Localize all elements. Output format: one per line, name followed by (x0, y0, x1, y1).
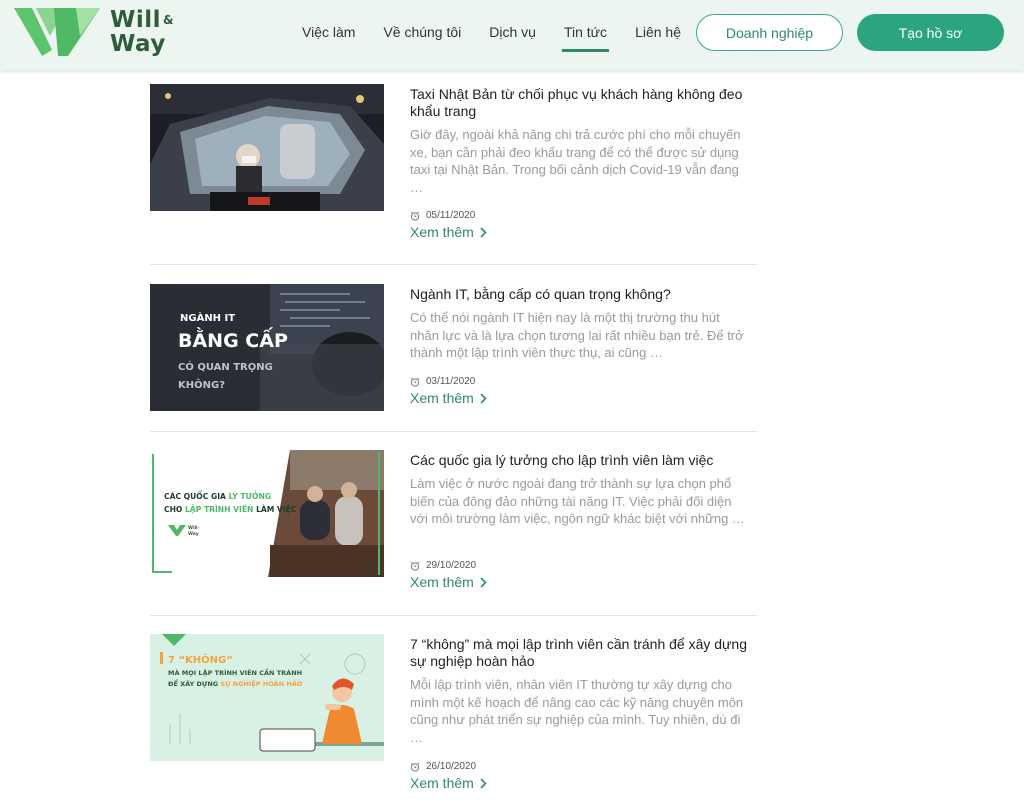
main-nav: Việc làm Về chúng tôi Dịch vụ Tin tức Li… (302, 0, 709, 64)
article-title[interactable]: Ngành IT, bằng cấp có quan trọng không? (410, 286, 750, 303)
chevron-right-icon (480, 576, 487, 588)
svg-text:CÁC QUỐC GIA LÝ TƯỞNG: CÁC QUỐC GIA LÝ TƯỞNG (164, 491, 271, 501)
article-thumbnail[interactable]: NGÀNH IT BẰNG CẤP CÓ QUAN TRỌNG KHÔNG? (150, 284, 384, 411)
article-excerpt: Làm việc ở nước ngoài đang trở thành sự … (410, 476, 745, 526)
article-title[interactable]: Các quốc gia lý tưởng cho lập trình viên… (410, 452, 750, 469)
svg-text:NGÀNH IT: NGÀNH IT (180, 311, 235, 324)
alarm-clock-icon (410, 561, 420, 571)
svg-text:Way: Way (188, 531, 199, 537)
chevron-right-icon (480, 226, 487, 238)
article-date: 05/11/2020 (410, 210, 475, 221)
svg-text:BẰNG CẤP: BẰNG CẤP (178, 326, 288, 352)
nav-item-jobs[interactable]: Việc làm (302, 20, 355, 44)
taxi-photo-image (150, 84, 384, 211)
enterprise-button[interactable]: Doanh nghiệp (696, 14, 843, 51)
svg-text:CÓ QUAN TRỌNG: CÓ QUAN TRỌNG (178, 360, 273, 373)
seven-no-banner-image: 7 “KHÔNG” MÀ MỌI LẬP TRÌNH VIÊN CẦN TRÁN… (150, 634, 384, 761)
divider (150, 264, 757, 265)
article-thumbnail[interactable]: CÁC QUỐC GIA LÝ TƯỞNG CHO LẬP TRÌNH VIÊN… (150, 450, 384, 577)
svg-text:CHO LẬP TRÌNH VIÊN LÀM VIỆC: CHO LẬP TRÌNH VIÊN LÀM VIỆC (164, 505, 297, 514)
create-profile-button[interactable]: Tạo hồ sơ (857, 14, 1004, 51)
nav-item-contact[interactable]: Liên hệ (635, 20, 681, 44)
svg-text:MÀ MỌI LẬP TRÌNH VIÊN CẦN TRÁN: MÀ MỌI LẬP TRÌNH VIÊN CẦN TRÁNH (168, 667, 302, 677)
svg-text:Will-: Will- (188, 525, 200, 531)
svg-text:KHÔNG?: KHÔNG? (178, 378, 225, 391)
nav-item-services[interactable]: Dịch vụ (489, 20, 536, 44)
article-thumbnail[interactable] (150, 84, 384, 211)
nav-item-about[interactable]: Về chúng tôi (383, 20, 461, 44)
svg-text:7 “KHÔNG”: 7 “KHÔNG” (168, 653, 233, 666)
svg-text:ĐỂ XÂY DỰNG SỰ NGHIỆP HOÀN HẢO: ĐỂ XÂY DỰNG SỰ NGHIỆP HOÀN HẢO (168, 678, 303, 688)
divider (150, 431, 757, 432)
brand-logo[interactable]: Will & Way (14, 6, 174, 60)
read-more-link[interactable]: Xem thêm (410, 224, 487, 240)
alarm-clock-icon (410, 211, 420, 221)
article-thumbnail[interactable]: 7 “KHÔNG” MÀ MỌI LẬP TRÌNH VIÊN CẦN TRÁN… (150, 634, 384, 761)
read-more-link[interactable]: Xem thêm (410, 775, 487, 791)
chevron-right-icon (480, 392, 487, 404)
article-date: 26/10/2020 (410, 761, 476, 772)
nav-item-news[interactable]: Tin tức (561, 20, 610, 52)
logo-wordmark: Will & Way (110, 7, 174, 57)
article-title[interactable]: 7 “không” mà mọi lập trình viên cần trán… (410, 636, 750, 670)
chevron-right-icon (480, 777, 487, 789)
article-excerpt: Giờ đây, ngoài khả năng chi trả cước phí… (410, 127, 741, 195)
alarm-clock-icon (410, 377, 420, 387)
it-degree-banner-image: NGÀNH IT BẰNG CẤP CÓ QUAN TRỌNG KHÔNG? (150, 284, 384, 411)
article-date: 03/11/2020 (410, 376, 475, 387)
alarm-clock-icon (410, 762, 420, 772)
article-excerpt: Có thể nói ngành IT hiện nay là một thị … (410, 310, 744, 360)
logo-mark-icon (14, 8, 100, 56)
article-date: 29/10/2020 (410, 560, 476, 571)
read-more-link[interactable]: Xem thêm (410, 390, 487, 406)
divider (150, 615, 757, 616)
article-title[interactable]: Taxi Nhật Bản từ chối phục vụ khách hàng… (410, 86, 750, 120)
ideal-countries-banner-image: CÁC QUỐC GIA LÝ TƯỞNG CHO LẬP TRÌNH VIÊN… (150, 450, 384, 577)
read-more-link[interactable]: Xem thêm (410, 574, 487, 590)
site-header: Will & Way Việc làm Về chúng tôi Dịch vụ … (0, 0, 1024, 70)
article-excerpt: Mỗi lập trình viên, nhân viên IT thường … (410, 677, 744, 745)
